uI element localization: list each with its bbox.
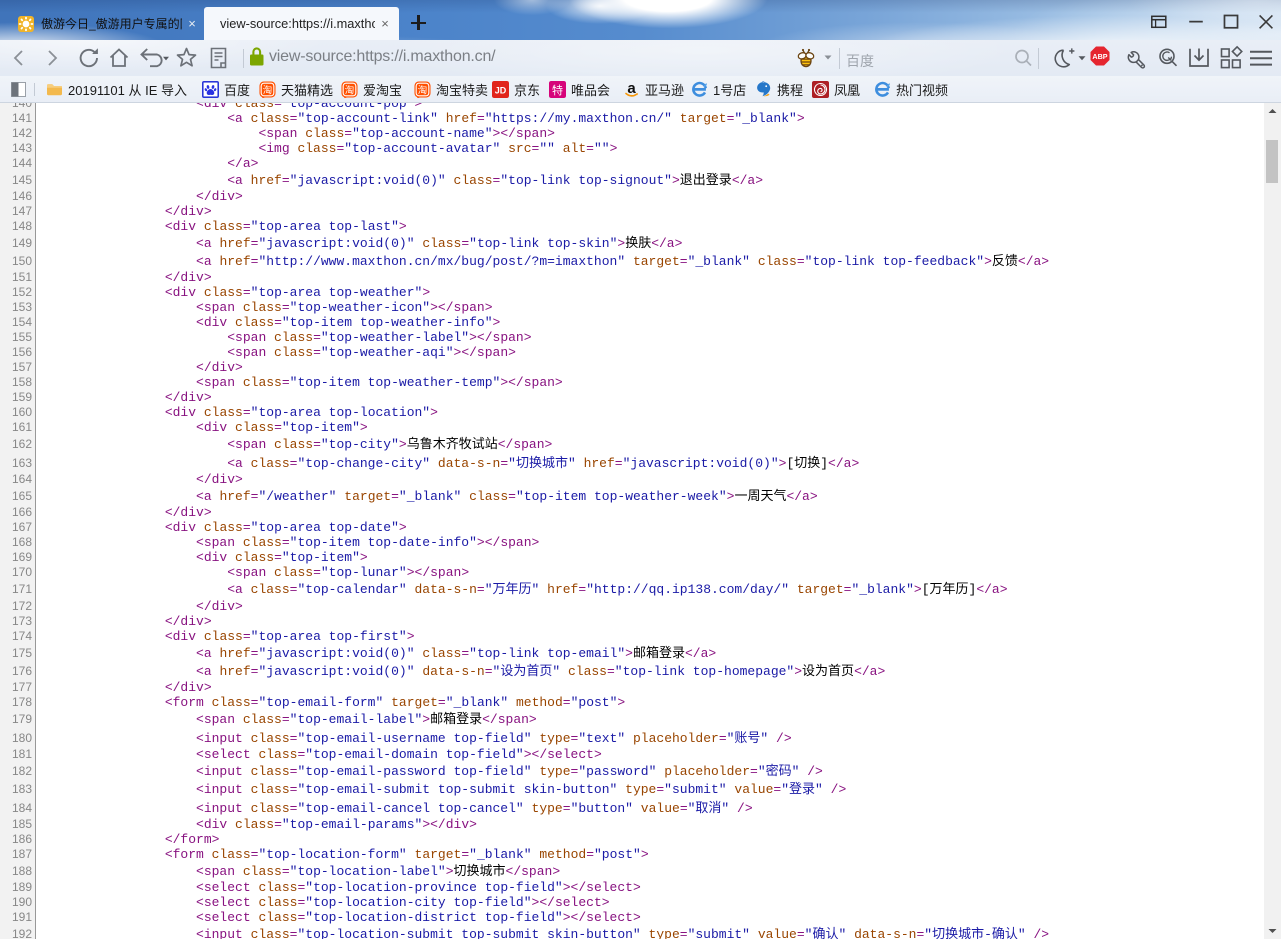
svg-text:淘: 淘 [345,82,354,96]
svg-text:淘: 淘 [418,82,427,96]
svg-text:淘: 淘 [263,82,272,96]
svg-text:特: 特 [552,82,563,98]
svg-text:JD: JD [495,85,507,95]
svg-text:ABP: ABP [1092,52,1107,61]
